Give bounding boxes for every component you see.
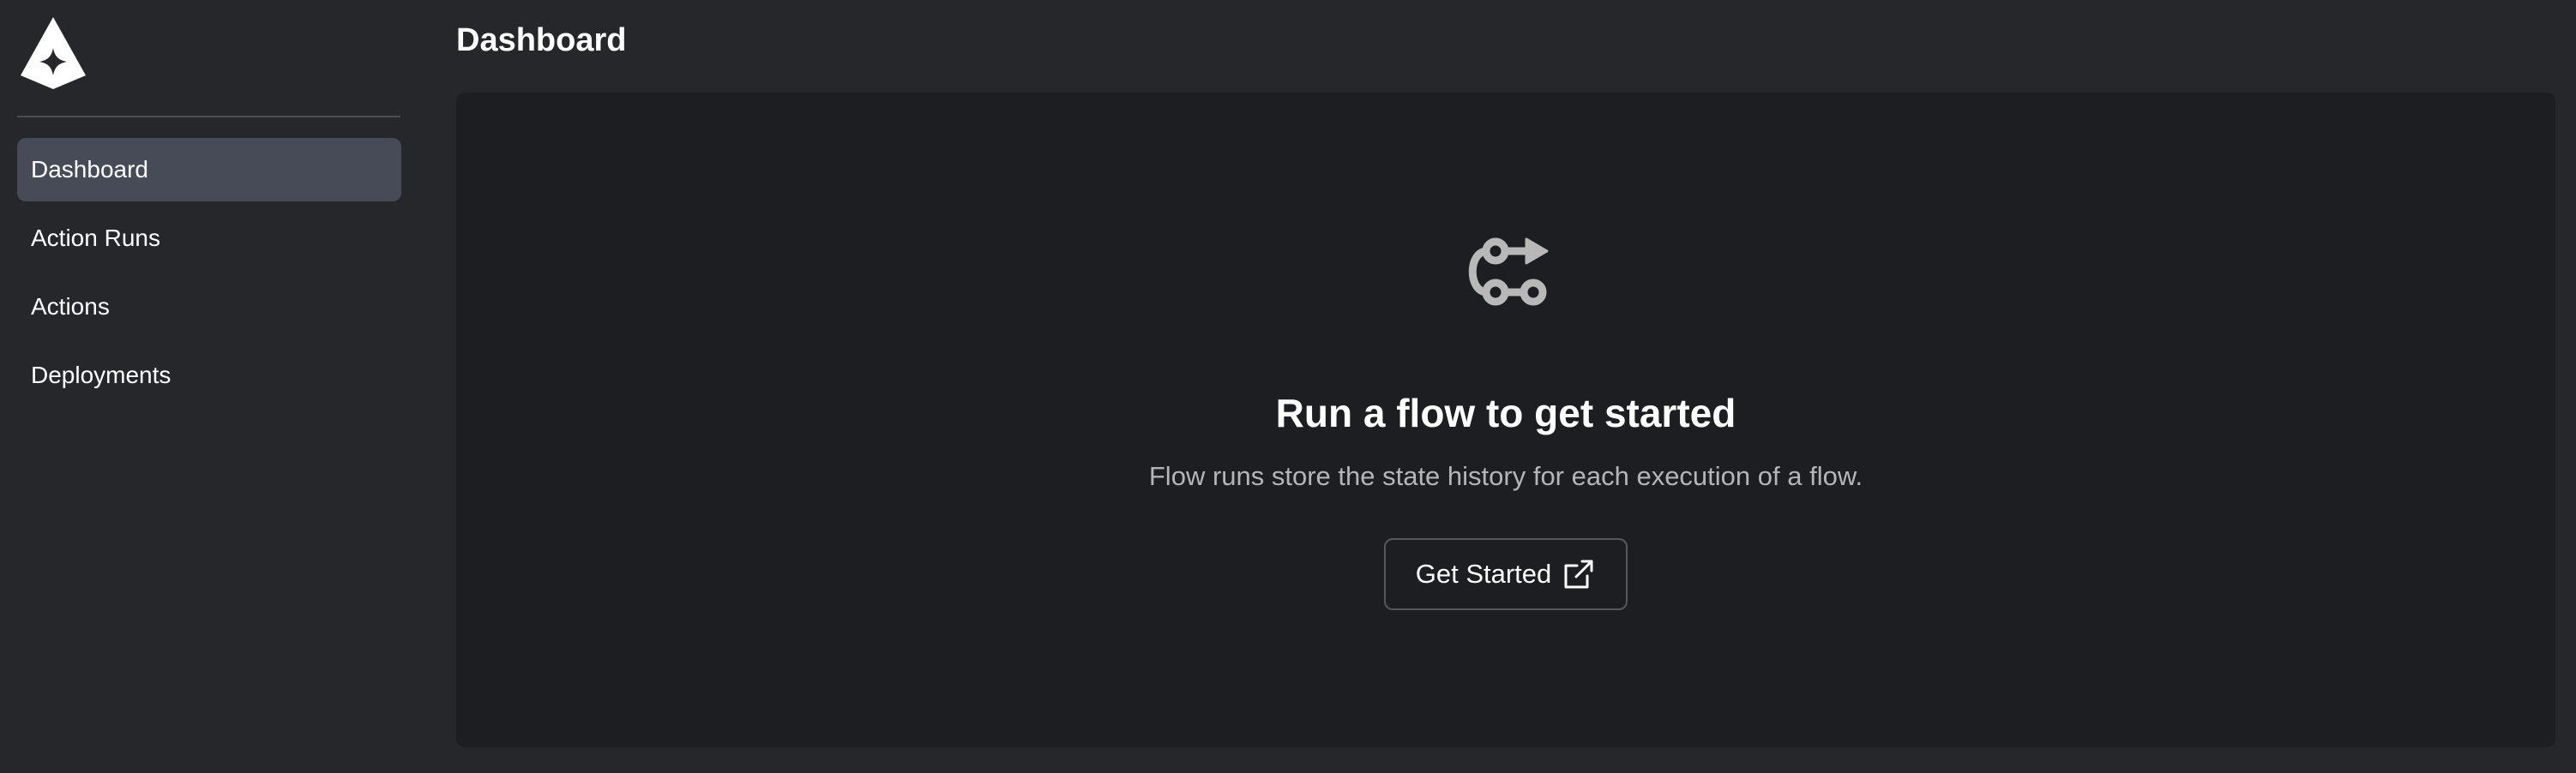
sidebar-item-label: Action Runs — [31, 225, 160, 251]
sidebar-item-deployments[interactable]: Deployments — [17, 344, 401, 407]
sidebar-item-dashboard[interactable]: Dashboard — [17, 138, 401, 201]
sidebar-item-label: Dashboard — [31, 156, 148, 183]
empty-state-panel: Run a flow to get started Flow runs stor… — [456, 93, 2555, 747]
flow-icon — [1460, 234, 1554, 320]
sidebar-divider — [17, 116, 400, 117]
sidebar-item-action-runs[interactable]: Action Runs — [17, 207, 401, 270]
sidebar-item-label: Actions — [31, 293, 110, 320]
sidebar-item-label: Deployments — [31, 362, 172, 388]
sidebar-item-actions[interactable]: Actions — [17, 275, 401, 339]
get-started-button[interactable]: Get Started — [1384, 538, 1628, 610]
prefect-logo-icon[interactable] — [19, 15, 87, 89]
empty-state-description: Flow runs store the state history for ea… — [1148, 461, 1863, 491]
sidebar-nav: Dashboard Action Runs Actions Deployment… — [17, 138, 401, 412]
app-window: Dashboard Action Runs Actions Deployment… — [0, 0, 2576, 773]
get-started-label: Get Started — [1415, 559, 1552, 589]
page-title: Dashboard — [456, 22, 627, 58]
external-link-icon — [1562, 557, 1596, 591]
empty-state-title: Run a flow to get started — [1275, 391, 1736, 435]
sidebar: Dashboard Action Runs Actions Deployment… — [0, 0, 418, 773]
